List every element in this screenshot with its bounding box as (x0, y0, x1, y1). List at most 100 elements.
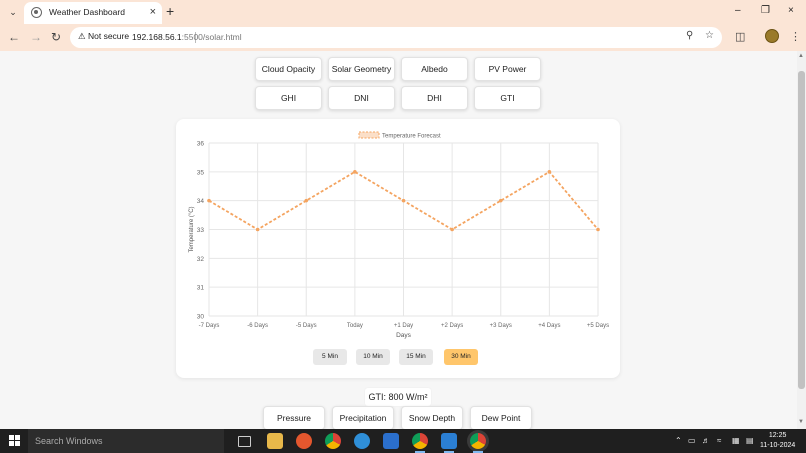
data-point-6 (498, 198, 503, 203)
tab-search-chevron-icon[interactable]: ⌄ (6, 5, 20, 19)
interval-10min-button[interactable]: 10 Min (356, 349, 390, 365)
task-view-icon[interactable] (238, 436, 251, 447)
browser-toolbar: ← → ↻ ⚠ Not secure 192.168.56.1:5500/sol… (0, 24, 806, 51)
taskbar-clock[interactable]: 12:25 11-10-2024 (760, 431, 795, 451)
tab-title: Weather Dashboard (49, 7, 125, 17)
restore-button[interactable]: ❐ (761, 5, 770, 17)
tab-close-icon[interactable]: × (150, 6, 156, 18)
albedo-button[interactable]: Albedo (401, 57, 468, 81)
gti-value-label: GTI: 800 W/m² (365, 388, 431, 406)
chrome-profile-icon[interactable] (412, 433, 428, 453)
vscode-icon[interactable] (441, 433, 457, 453)
gti-button[interactable]: GTI (474, 86, 541, 110)
security-label: Not secure (87, 31, 130, 41)
back-button[interactable]: ← (8, 30, 20, 44)
profile-avatar[interactable] (765, 29, 779, 43)
y-axis-label: Temperature (°C) (189, 206, 195, 252)
y-tick-label-1: 31 (197, 285, 205, 292)
temperature-chart: 30 31 32 33 34 35 36 -7 Days -6 Days -5 Days Today… (189, 131, 609, 339)
page-scrollbar[interactable]: ▲ ▼ (797, 51, 806, 429)
data-point-7 (547, 170, 552, 174)
tray-chevron-icon[interactable]: ⌃ (675, 435, 682, 447)
url-path: :5500/solar.html (181, 32, 242, 42)
solar-geometry-button[interactable]: Solar Geometry (328, 57, 395, 81)
dni-button[interactable]: DNI (328, 86, 395, 110)
forward-button[interactable]: → (30, 30, 42, 44)
data-point-1 (255, 227, 260, 232)
pv-power-button[interactable]: PV Power (474, 57, 541, 81)
volume-icon[interactable]: ♬ (702, 435, 710, 447)
file-explorer-icon[interactable] (267, 433, 283, 449)
scroll-up-arrow-icon[interactable]: ▲ (798, 53, 804, 59)
network-icon[interactable]: ≈ (717, 435, 721, 447)
zoom-icon[interactable]: ⚲ (686, 30, 693, 41)
clock-time: 12:25 (768, 432, 787, 439)
x-tick-label-3: Today (347, 323, 363, 329)
data-point-3 (353, 170, 357, 174)
x-axis-label: Days (396, 332, 412, 339)
settings-app-icon[interactable] (383, 433, 399, 449)
y-tick-label-0: 30 (197, 314, 205, 321)
x-tick-label-5: +2 Days (441, 323, 463, 329)
chart-card: 30 31 32 33 34 35 36 -7 Days -6 Days -5 Days Today… (176, 119, 620, 378)
y-tick-label-3: 33 (197, 227, 205, 234)
data-point-5 (450, 227, 454, 232)
ghi-button[interactable]: GHI (255, 86, 322, 110)
dhi-button[interactable]: DHI (401, 86, 468, 110)
interval-5min-button[interactable]: 5 Min (313, 349, 347, 365)
taskbar-search-placeholder: Search Windows (35, 436, 103, 446)
clock-date: 11-10-2024 (760, 442, 796, 449)
windows-start-icon[interactable] (9, 435, 21, 447)
data-point-8 (596, 227, 600, 232)
dew-point-button[interactable]: Dew Point (470, 406, 532, 429)
x-tick-label-8: +5 Days (587, 323, 609, 329)
pressure-button[interactable]: Pressure (263, 406, 325, 429)
scroll-down-arrow-icon[interactable]: ▼ (798, 419, 804, 425)
x-tick-label-0: -7 Days (199, 323, 220, 329)
browser-titlebar: ⌄ Weather Dashboard × + – ❐ × (0, 0, 806, 24)
interval-30min-button[interactable]: 30 Min (444, 349, 478, 365)
y-tick-label-2: 32 (197, 256, 205, 263)
cloud-opacity-button[interactable]: Cloud Opacity (255, 57, 322, 81)
bookmark-star-icon[interactable]: ☆ (705, 30, 714, 41)
chrome-active-icon[interactable] (470, 433, 486, 453)
edge-icon[interactable] (354, 433, 370, 449)
y-tick-label-6: 36 (197, 141, 205, 148)
data-point-2 (304, 198, 309, 203)
globe-icon (31, 7, 42, 18)
url-host: 192.168.56.1 (132, 32, 182, 42)
legend-label: Temperature Forecast (382, 134, 441, 140)
not-secure-indicator[interactable]: ⚠ Not secure (78, 31, 129, 42)
extensions-icon[interactable]: ◫ (735, 30, 745, 44)
x-tick-label-6: +3 Days (490, 323, 512, 329)
keyboard-icon[interactable]: ▦ (732, 435, 740, 447)
legend-swatch (358, 131, 380, 139)
chrome-menu-icon[interactable]: ⋮ (790, 30, 801, 44)
close-window-button[interactable]: × (788, 5, 794, 17)
taskbar-search[interactable]: Search Windows (28, 429, 224, 453)
windows-taskbar: Search Windows ⌃ ▭ ♬ ≈ ▦ ▤ 12:25 11-10-2… (0, 429, 806, 453)
precipitation-button[interactable]: Precipitation (332, 406, 394, 429)
new-tab-button[interactable]: + (166, 4, 174, 18)
x-tick-label-4: +1 Day (394, 323, 413, 329)
y-tick-label-4: 34 (197, 198, 205, 205)
scrollbar-thumb[interactable] (798, 71, 805, 389)
battery-icon[interactable]: ▭ (688, 435, 696, 447)
chrome-icon[interactable] (325, 433, 341, 449)
snow-depth-button[interactable]: Snow Depth (401, 406, 463, 429)
x-tick-label-7: +4 Days (538, 323, 560, 329)
firefox-icon[interactable] (296, 433, 312, 449)
x-tick-label-1: -6 Days (247, 323, 268, 329)
address-bar[interactable]: ⚠ Not secure 192.168.56.1:5500/solar.htm… (70, 27, 722, 48)
data-point-4 (401, 198, 406, 203)
interval-15min-button[interactable]: 15 Min (399, 349, 433, 365)
page-content: Cloud Opacity Solar Geometry Albedo PV P… (0, 51, 797, 429)
y-tick-label-5: 35 (197, 169, 205, 176)
x-tick-label-2: -5 Days (296, 323, 317, 329)
minimize-button[interactable]: – (735, 5, 741, 17)
browser-tab[interactable]: Weather Dashboard × (24, 2, 162, 24)
reload-button[interactable]: ↻ (51, 30, 61, 44)
data-point-0 (207, 198, 211, 203)
notifications-icon[interactable]: ▤ (746, 435, 754, 447)
url-text[interactable]: 192.168.56.1:5500/solar.html (132, 32, 242, 42)
